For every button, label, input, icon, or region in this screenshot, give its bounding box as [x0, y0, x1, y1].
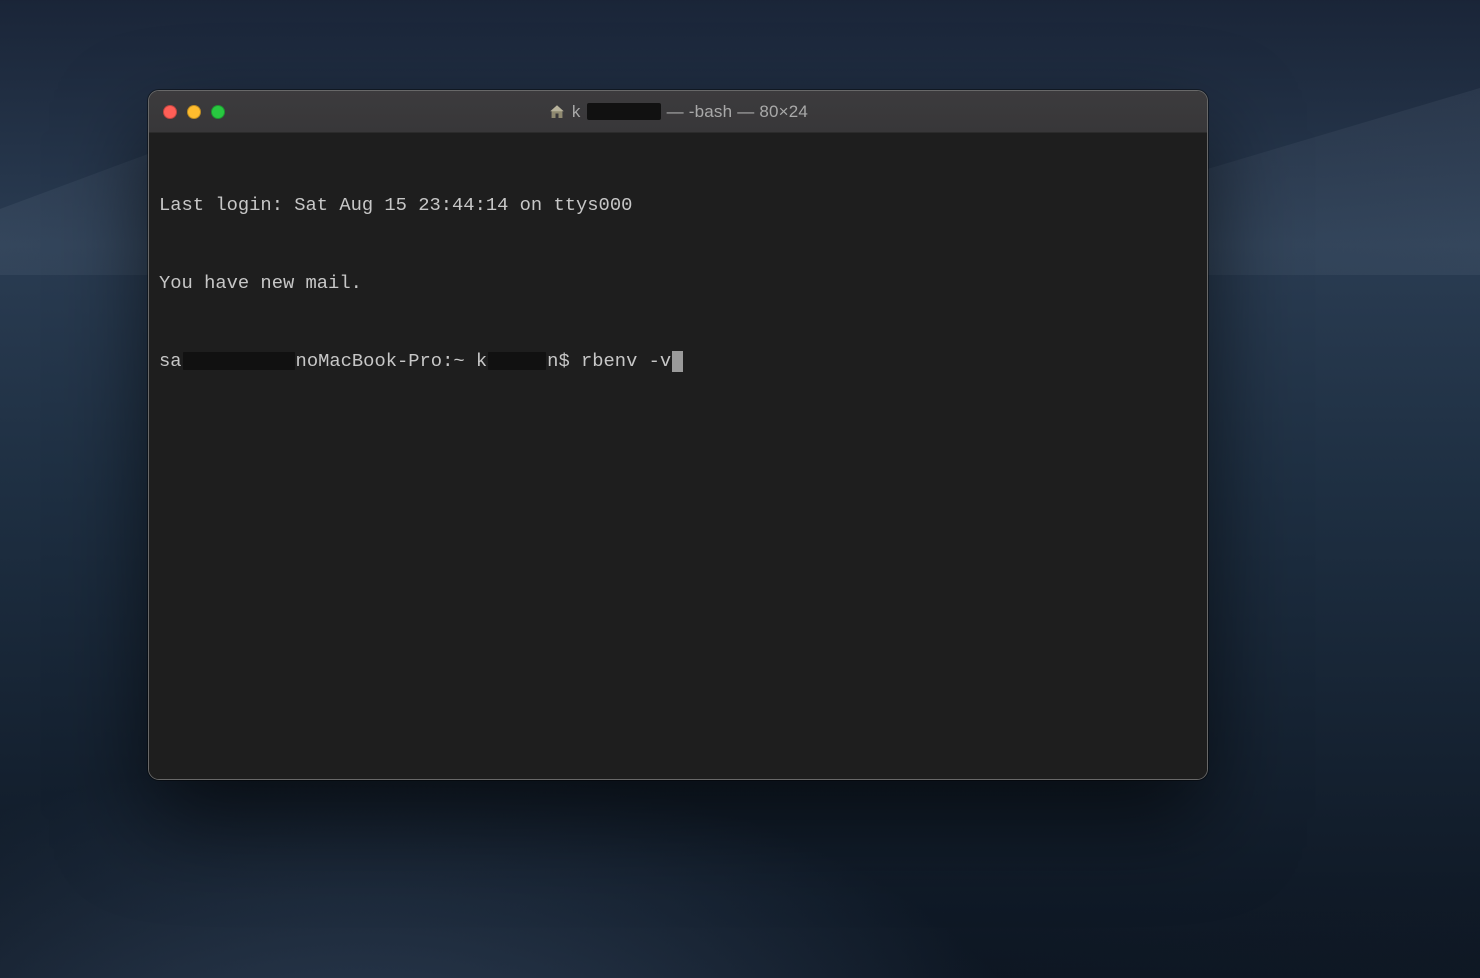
titlebar[interactable]: k — -bash — 80×24: [149, 91, 1207, 133]
prompt-symbol: $: [558, 349, 581, 375]
prompt-prefix: sa: [159, 349, 182, 375]
terminal-line-last-login: Last login: Sat Aug 15 23:44:14 on ttys0…: [159, 193, 1197, 219]
prompt-mid: noMacBook-Pro:~ k: [296, 349, 488, 375]
close-button[interactable]: [163, 105, 177, 119]
terminal-window: k — -bash — 80×24 Last login: Sat Aug 15…: [148, 90, 1208, 780]
terminal-cursor: [672, 351, 683, 372]
minimize-button[interactable]: [187, 105, 201, 119]
redacted-title-segment: [587, 103, 661, 120]
title-suffix: — -bash — 80×24: [667, 102, 808, 122]
redacted-hostname-segment: [183, 352, 295, 370]
redacted-username-segment: [488, 352, 546, 370]
title-prefix: k: [572, 102, 581, 122]
window-title: k — -bash — 80×24: [149, 102, 1207, 122]
traffic-lights: [149, 105, 225, 119]
prompt-user-tail: n: [547, 349, 558, 375]
terminal-body[interactable]: Last login: Sat Aug 15 23:44:14 on ttys0…: [149, 133, 1207, 779]
zoom-button[interactable]: [211, 105, 225, 119]
terminal-prompt-line: sa noMacBook-Pro:~ k n$ rbenv -v: [159, 349, 1197, 375]
terminal-command: rbenv -v: [581, 349, 671, 375]
terminal-line-mail: You have new mail.: [159, 271, 1197, 297]
home-icon: [548, 103, 566, 121]
